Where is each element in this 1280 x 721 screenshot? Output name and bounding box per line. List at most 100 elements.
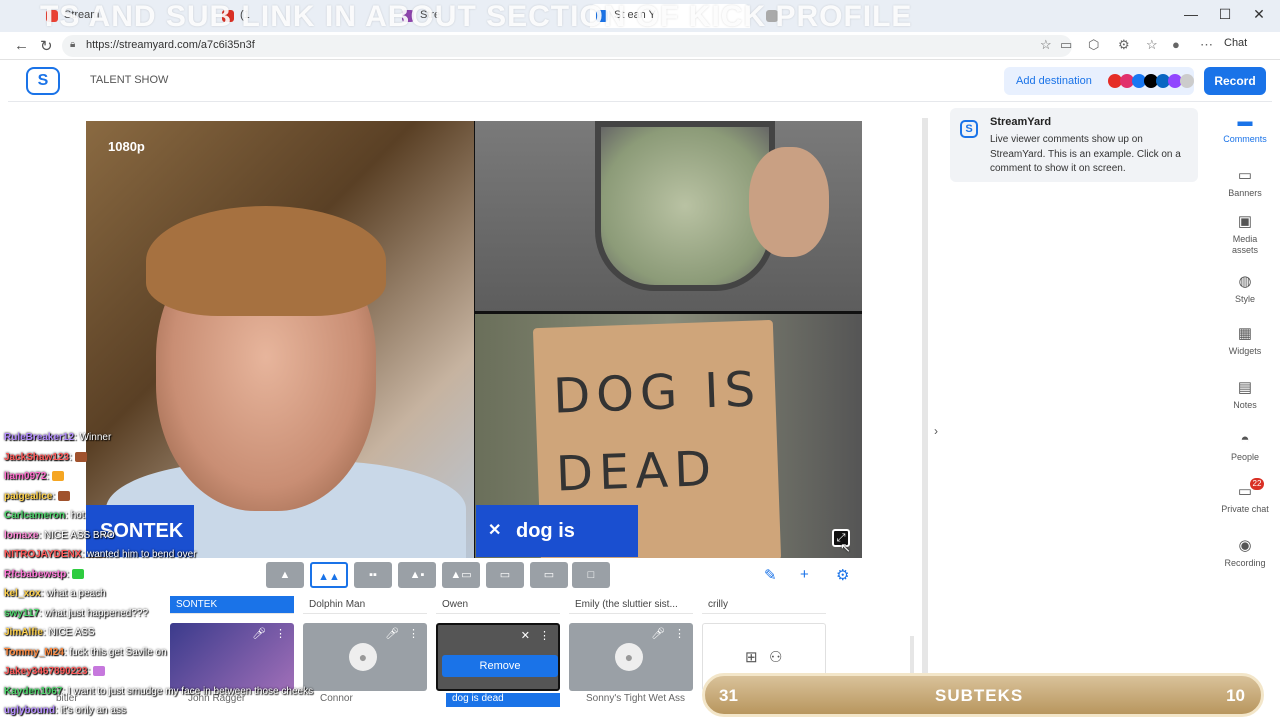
remove-from-stage-button[interactable]: Remove [442, 655, 558, 677]
media-icon: ▣ [1237, 213, 1253, 230]
chat-message: Tommy_M24: fuck this get Savile on [4, 646, 167, 658]
comment-card[interactable]: S StreamYard Live viewer comments show u… [950, 108, 1198, 182]
banners-icon: ▭ [1237, 167, 1253, 184]
guest-card[interactable]: 🎤︎ ⋮ ● [569, 623, 693, 691]
widgets-icon: ▦ [1237, 325, 1253, 342]
emote-icon [57, 490, 70, 501]
gear-icon[interactable]: ⚙ [836, 566, 849, 584]
comment-author: StreamYard [990, 116, 1052, 128]
sub-goal-target: 10 [1226, 686, 1245, 705]
minimize-icon[interactable]: — [1176, 6, 1206, 22]
layout-pip-button[interactable]: ▲▭ [442, 562, 480, 588]
more-options-icon[interactable]: ⋮ [539, 629, 550, 642]
rail-comments[interactable]: ▬ Comments [1218, 114, 1272, 145]
mic-icon[interactable]: 🎤︎ [651, 627, 665, 640]
pencil-icon[interactable]: ✎ [764, 566, 777, 584]
layout-cinema-button[interactable]: ▭ [530, 562, 568, 588]
more-destinations-icon [1180, 74, 1194, 88]
chevron-right-icon[interactable]: › [934, 424, 938, 438]
rail-private-chat[interactable]: ▭ 22 Private chat [1218, 478, 1272, 515]
app-header: S TALENT SHOW Add destination Record [8, 62, 1272, 102]
comments-icon: ▬ [1237, 113, 1253, 130]
favorite-star-icon[interactable]: ☆ [1040, 37, 1052, 53]
layout-leader-button[interactable]: ▲▪ [398, 562, 436, 588]
sub-goal-bar: 31 SUBTEKS 10 [702, 673, 1264, 717]
copilot-chat-button[interactable]: Chat [1224, 37, 1247, 49]
chat-message: kel_xox: what a peach [4, 588, 106, 599]
rail-widgets[interactable]: ▦ Widgets [1218, 326, 1272, 357]
sub-goal-current: 31 [719, 686, 738, 705]
rail-media-assets[interactable]: ▣ Media assets [1218, 214, 1272, 256]
maximize-icon[interactable]: ☐ [1210, 6, 1240, 23]
chat-message: NITROJAYDENX: wanted him to bend over [4, 549, 197, 560]
reload-icon[interactable]: ↻ [40, 37, 53, 55]
guest-sub-label: Sonny's Tight Wet Ass [586, 693, 685, 704]
layout-blank-button[interactable]: □ [572, 562, 610, 588]
sign-text: DOG IS DEAD [552, 361, 762, 503]
more-options-icon[interactable]: ⋮ [674, 627, 685, 640]
muted-mic-icon[interactable]: ✕ [521, 629, 530, 642]
emote-icon [71, 568, 84, 579]
plane-window [595, 121, 829, 291]
add-media-icon[interactable]: ⊞ [745, 648, 758, 666]
tray-label[interactable]: Owen [436, 596, 560, 614]
mouse-cursor-icon: ↖ [840, 540, 851, 555]
show-title[interactable]: TALENT SHOW [90, 74, 168, 86]
palette-icon: ◍ [1238, 273, 1252, 290]
camera-icon[interactable]: ▭ [1060, 37, 1072, 53]
split-icon[interactable]: ⚙ [1118, 37, 1130, 53]
rail-people[interactable]: ◓ People [1218, 432, 1272, 463]
more-icon[interactable]: ⋯ [1200, 37, 1213, 53]
tray-label[interactable]: crilly [702, 596, 826, 614]
chat-message: swy117: what just happened??? [4, 607, 149, 619]
chat-message: uglybound: it's only an ass [4, 705, 126, 716]
avatar: ● [615, 643, 643, 671]
rail-recording[interactable]: ◉ Recording [1218, 538, 1272, 569]
sub-goal-name: SUBTEKS [935, 686, 1024, 705]
muted-mic-icon: ✕ [488, 522, 502, 539]
address-bar-row: ← ↻ 🔒︎ https://streamyard.com/a7c6i35n3f… [0, 32, 1280, 60]
extension-icon[interactable]: ⬡ [1088, 37, 1099, 53]
more-options-icon[interactable]: ⋮ [408, 627, 419, 640]
record-button[interactable]: Record [1204, 67, 1266, 95]
chat-message: Carlcameron: hot [4, 510, 85, 521]
emote-icon [93, 666, 105, 677]
layout-screen-button[interactable]: ▭ [486, 562, 524, 588]
chat-message: Kayden1067: I want to just smudge my fac… [4, 685, 314, 697]
rail-style[interactable]: ◍ Style [1218, 274, 1272, 305]
guest-card-on-stage[interactable]: ✕ ⋮ Remove [436, 623, 560, 691]
tray-scrollbar[interactable] [910, 636, 914, 676]
back-icon[interactable]: ← [14, 37, 29, 54]
name-tag-dog-is-dead: ✕ dog is dead [476, 505, 638, 557]
stream-chat-overlay: RuleBreaker12: Winner JackShaw123: liam0… [4, 428, 364, 721]
tray-label[interactable]: Emily (the sluttier sist... [569, 596, 693, 614]
url-field[interactable]: 🔒︎ https://streamyard.com/a7c6i35n3f [62, 35, 1072, 57]
chat-message: JackShaw123: [4, 448, 364, 468]
comment-text: Live viewer comments show up on StreamYa… [990, 134, 1181, 174]
people-icon: ◓ [1240, 431, 1250, 448]
emote-icon [74, 451, 87, 462]
chat-message: JimAlfie: NICE ASS [4, 627, 95, 638]
recording-icon: ◉ [1238, 537, 1252, 554]
collections-icon[interactable]: ☆ [1146, 37, 1158, 53]
guest-face [749, 147, 829, 257]
camera-feed-guest[interactable] [475, 121, 862, 311]
chat-message: paigealice: [4, 487, 364, 507]
add-destination-button[interactable]: Add destination [1004, 67, 1194, 95]
chat-message: liam0972: [4, 467, 364, 487]
plus-icon[interactable]: + [800, 566, 809, 583]
chat-message: lomaxe: NICE ASS BRO [4, 529, 115, 541]
rail-notes[interactable]: ▤ Notes [1218, 380, 1272, 411]
close-icon[interactable]: ✕ [1244, 6, 1274, 23]
chat-message: Rfcbabewstp: [4, 565, 364, 585]
guest-sub-label: dog is dead [446, 693, 560, 707]
invite-guest-icon[interactable]: ⚇ [769, 648, 782, 666]
streamyard-logo-icon[interactable]: S [26, 67, 60, 95]
main-scrollbar[interactable] [922, 118, 928, 674]
stream-overlay-banner: TS AND SUB LINK IN ABOUT SECTION OF KICK… [40, 0, 913, 33]
unread-count-badge: 22 [1250, 478, 1264, 490]
mic-icon[interactable]: 🎤︎ [385, 627, 399, 640]
lock-icon: 🔒︎ [70, 39, 76, 50]
rail-banners[interactable]: ▭ Banners [1218, 168, 1272, 199]
profile-avatar[interactable]: ● [1172, 37, 1180, 52]
